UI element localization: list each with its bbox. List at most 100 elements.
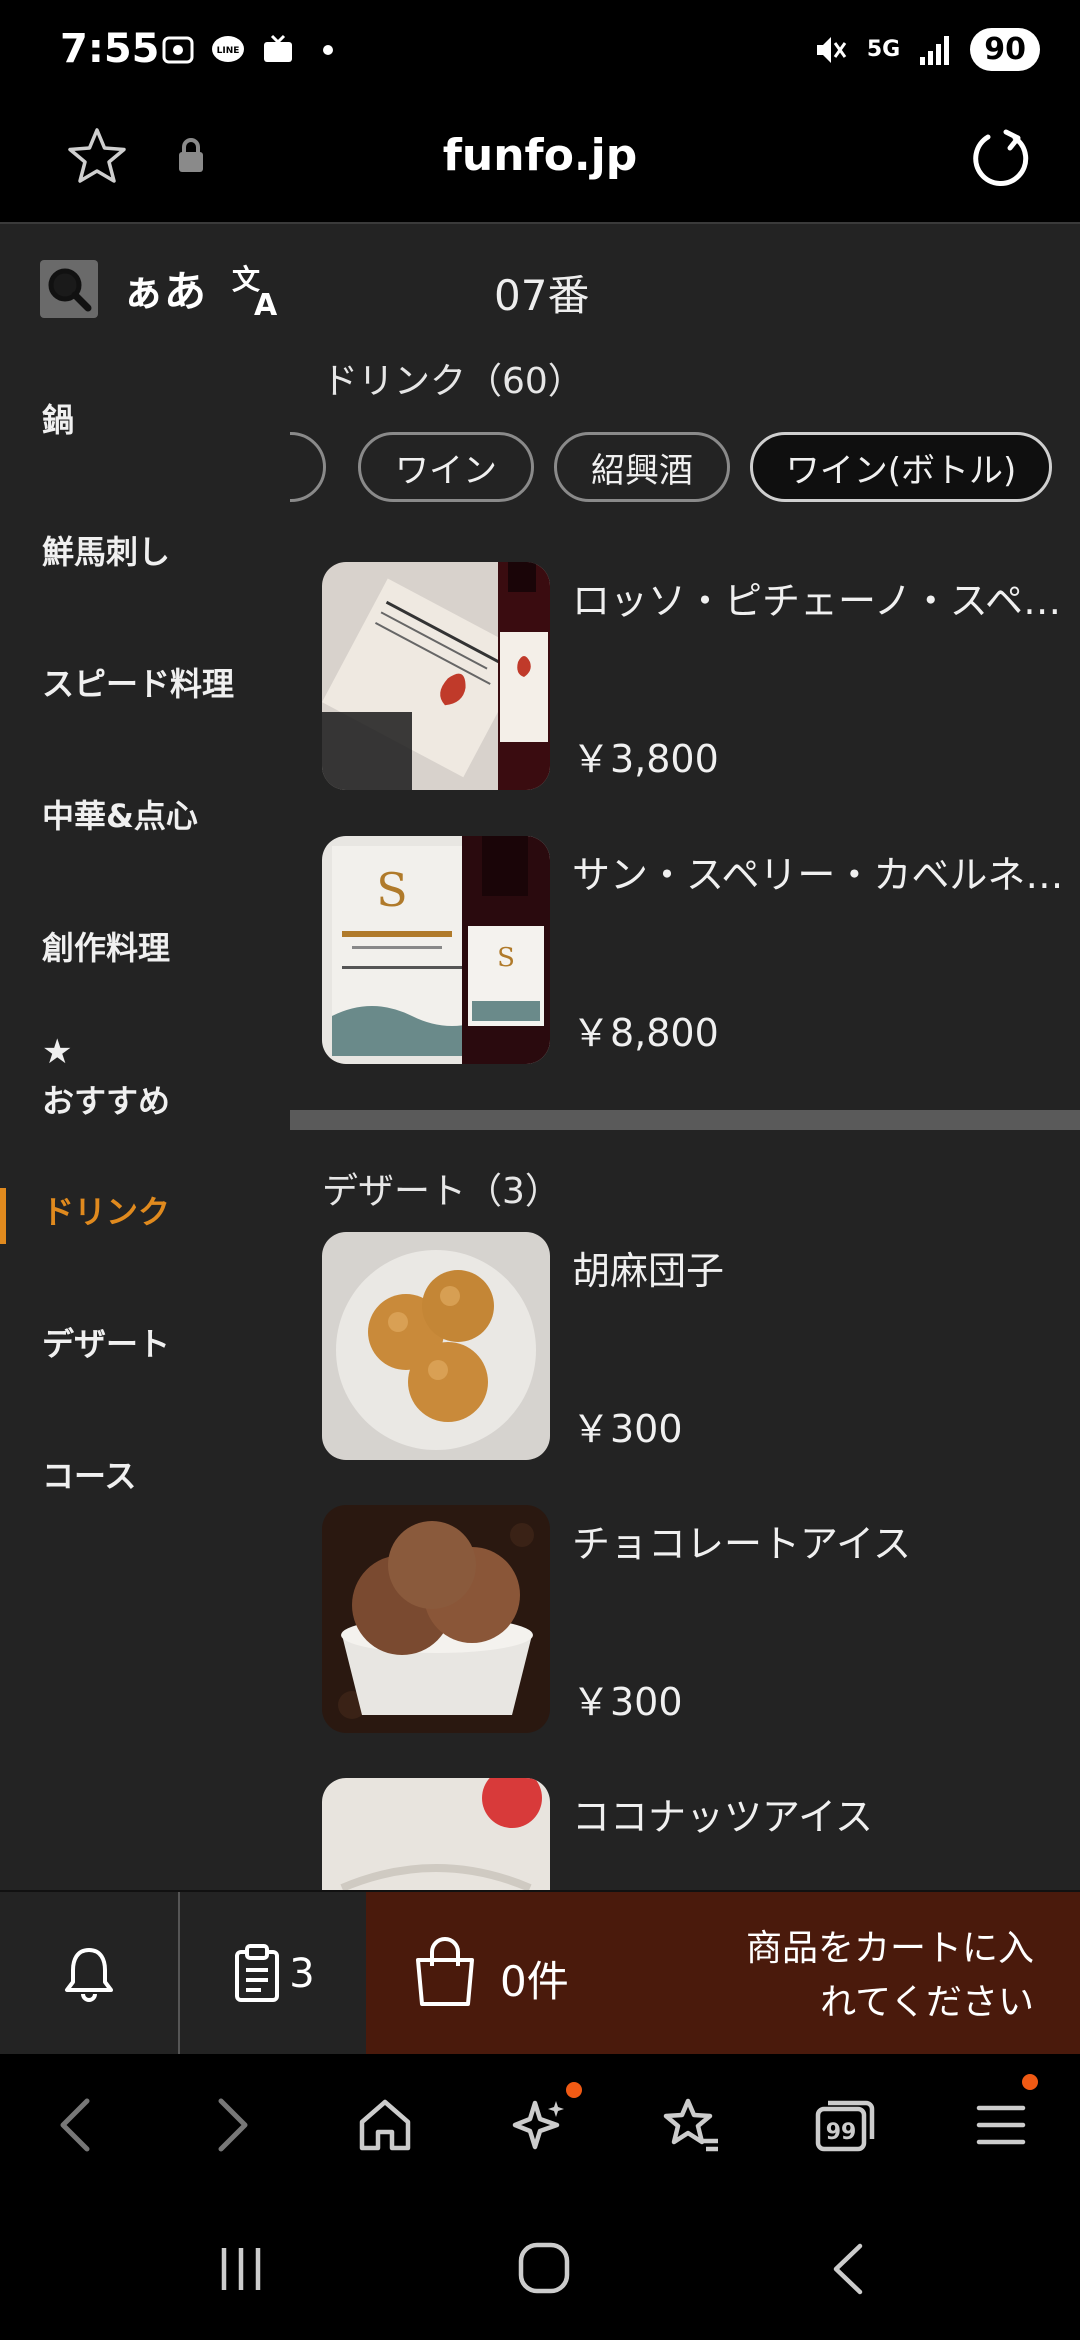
sidebar-item-speed-dishes[interactable]: スピード料理 [0,616,290,748]
section-title-dessert: デザート（3） [322,1171,561,1212]
hamburger-menu-icon [976,2105,1026,2145]
menu-app: ぁあ 文A 07番 鍋 鮮馬刺し スピード料理 中華&点心 創作料理 ★ おすす… [0,222,1080,2054]
item-name: ココナッツアイス [572,1795,873,1839]
line-app-icon: LINE [212,36,244,62]
star-icon: ★ [42,1032,73,1072]
browser-home-button[interactable] [350,2090,420,2160]
item-price: ￥8,800 [572,1011,719,1055]
item-price: ￥300 [572,1680,683,1724]
sidebar-item-hotpot[interactable]: 鍋 [0,352,290,484]
status-notification-icons: LINE [160,32,346,68]
shopping-bag-icon [416,1937,474,2006]
subcategory-chips: ワイン 紹興酒 ワイン(ボトル) [290,432,1080,508]
browser-back-button[interactable] [40,2090,110,2160]
chocolate-ice-cream-image [322,1505,550,1733]
cart-message: 商品をカートに入れてください [745,1928,1034,2023]
sparkle-icon [512,2100,564,2150]
recent-apps-icon[interactable] [216,2244,266,2294]
chip-wine[interactable]: ワイン [358,432,534,502]
translate-icon[interactable]: 文A [230,259,286,319]
bell-icon [65,1948,113,2002]
sidebar-item-label: デザート [42,1325,171,1363]
menu-item[interactable]: 胡麻団子 ￥300 [322,1232,1062,1462]
font-size-toggle[interactable]: ぁあ [122,258,206,319]
status-time: 7:55 [60,26,160,72]
section-divider [290,1110,1080,1130]
chip-wine-bottle[interactable]: ワイン(ボトル) [750,432,1052,502]
item-name: サン・スペリー・カベルネ・ソーヴィニヨン [572,853,1072,897]
svg-text:S: S [497,943,515,973]
sidebar-item-label: スピード料理 [42,665,235,703]
system-navigation-bar [0,2194,1080,2340]
sidebar-item-course[interactable]: コース [0,1408,290,1540]
order-count: 3 [289,1951,315,1997]
browser-navigation-bar: 99 [0,2054,1080,2194]
chip-shaoxing[interactable]: 紹興酒 [554,432,730,502]
cart-bar: 3 0件 商品をカートに入れてください [0,1890,1080,2056]
browser-ai-button[interactable] [504,2082,582,2160]
sidebar-item-recommended[interactable]: ★ おすすめ [0,1012,290,1144]
item-price: ￥3,800 [572,737,719,781]
clipboard-icon [235,1944,280,2002]
notification-dot [1022,2074,1038,2090]
chevron-right-icon [218,2098,248,2152]
svg-text:S: S [376,863,408,917]
item-price: ￥300 [572,1407,683,1451]
category-sidebar: 鍋 鮮馬刺し スピード料理 中華&点心 創作料理 ★ おすすめ ドリンク デザー… [0,352,290,1540]
menu-item[interactable]: チョコレートアイス ￥300 [322,1505,1062,1735]
cart-button[interactable]: 0件 商品をカートに入れてください [366,1892,1080,2056]
reload-icon[interactable] [966,124,1036,194]
call-staff-button[interactable] [0,1892,180,2056]
home-button-icon[interactable] [516,2240,572,2296]
menu-item[interactable]: S S サン・スペリー・カベルネ・ソーヴィニヨン ￥8,800 [322,836,1072,1066]
sidebar-item-dessert[interactable]: デザート [0,1276,290,1408]
tool-row: ぁあ 文A [40,258,286,319]
item-name: ロッソ・ピチェーノ・スペリオーレ [572,579,1072,623]
table-number: 07番 [494,271,590,320]
home-icon [359,2099,411,2151]
search-icon [48,268,92,311]
mute-icon [816,36,847,63]
search-button[interactable] [40,259,98,318]
sidebar-item-chinese-dimsum[interactable]: 中華&点心 [0,748,290,880]
dot-icon [323,45,333,55]
sidebar-item-label: 鍋 [42,401,75,439]
chevron-left-icon [60,2098,90,2152]
back-icon[interactable] [826,2242,870,2296]
item-name: 胡麻団子 [572,1249,725,1293]
tabs-icon: 99 [815,2100,875,2152]
menu-item[interactable]: ロッソ・ピチェーノ・スペリオーレ ￥3,800 [322,562,1072,792]
wine-bottle-image [322,562,550,790]
browser-menu-button[interactable] [966,2074,1038,2160]
svg-text:A: A [254,288,278,319]
sidebar-item-label: 鮮馬刺し [42,533,171,571]
notification-dot [566,2082,582,2098]
svg-text:99: 99 [826,2120,857,2145]
sidebar-item-label: 中華&点心 [42,797,198,835]
signal-icon [920,35,950,65]
browser-forward-button[interactable] [198,2090,268,2160]
wine-bottle-image: S S [322,836,550,1064]
sidebar-item-label: コース [42,1457,137,1495]
item-name: チョコレートアイス [572,1522,911,1566]
sidebar-item-label: おすすめ [42,1082,171,1120]
section-title-drink: ドリンク（60） [322,361,584,402]
order-history-button[interactable]: 3 [182,1892,366,2056]
status-bar: 7:55 LINE 5G 90 [0,0,1080,104]
network-type: 5G [866,36,901,62]
star-list-icon [663,2098,718,2152]
divider [0,222,1080,224]
tv-icon [264,34,292,62]
screenshot-icon [162,36,194,64]
sidebar-item-label: 創作料理 [42,929,171,967]
url-text[interactable]: funfo.jp [0,130,1080,181]
chip-partial[interactable] [290,432,326,502]
battery-level: 90 [970,28,1040,71]
browser-tabs-button[interactable]: 99 [810,2090,880,2160]
browser-bookmarks-button[interactable] [656,2090,726,2160]
sidebar-item-creative[interactable]: 創作料理 [0,880,290,1012]
cart-count: 0件 [500,1957,569,2006]
sidebar-item-horse-sashimi[interactable]: 鮮馬刺し [0,484,290,616]
sidebar-item-drink[interactable]: ドリンク [0,1144,290,1276]
svg-text:LINE: LINE [217,46,240,56]
